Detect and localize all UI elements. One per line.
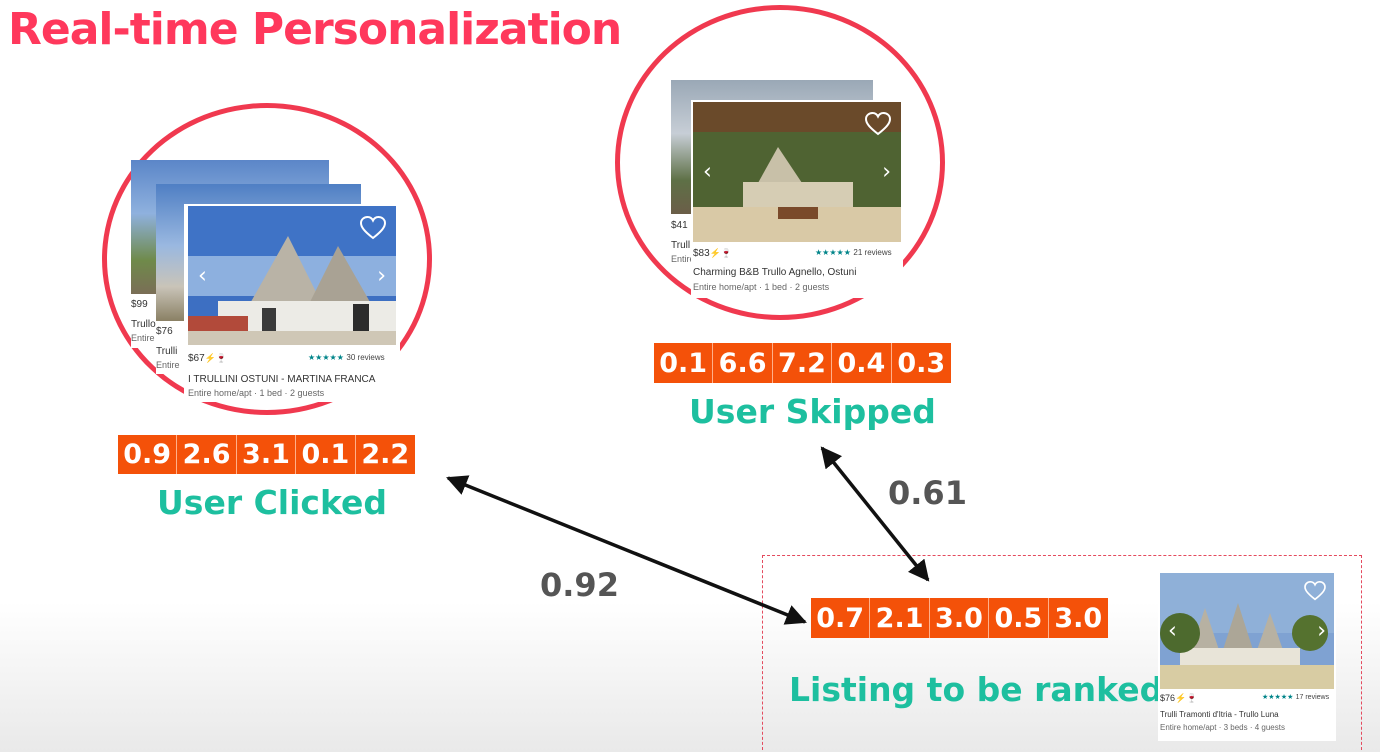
similarity-arrows — [446, 446, 930, 625]
double-arrow-icon — [446, 475, 807, 625]
similarity-skipped-target: 0.61 — [888, 474, 967, 512]
similarity-clicked-target: 0.92 — [540, 566, 619, 604]
double-arrow-icon — [820, 446, 930, 582]
